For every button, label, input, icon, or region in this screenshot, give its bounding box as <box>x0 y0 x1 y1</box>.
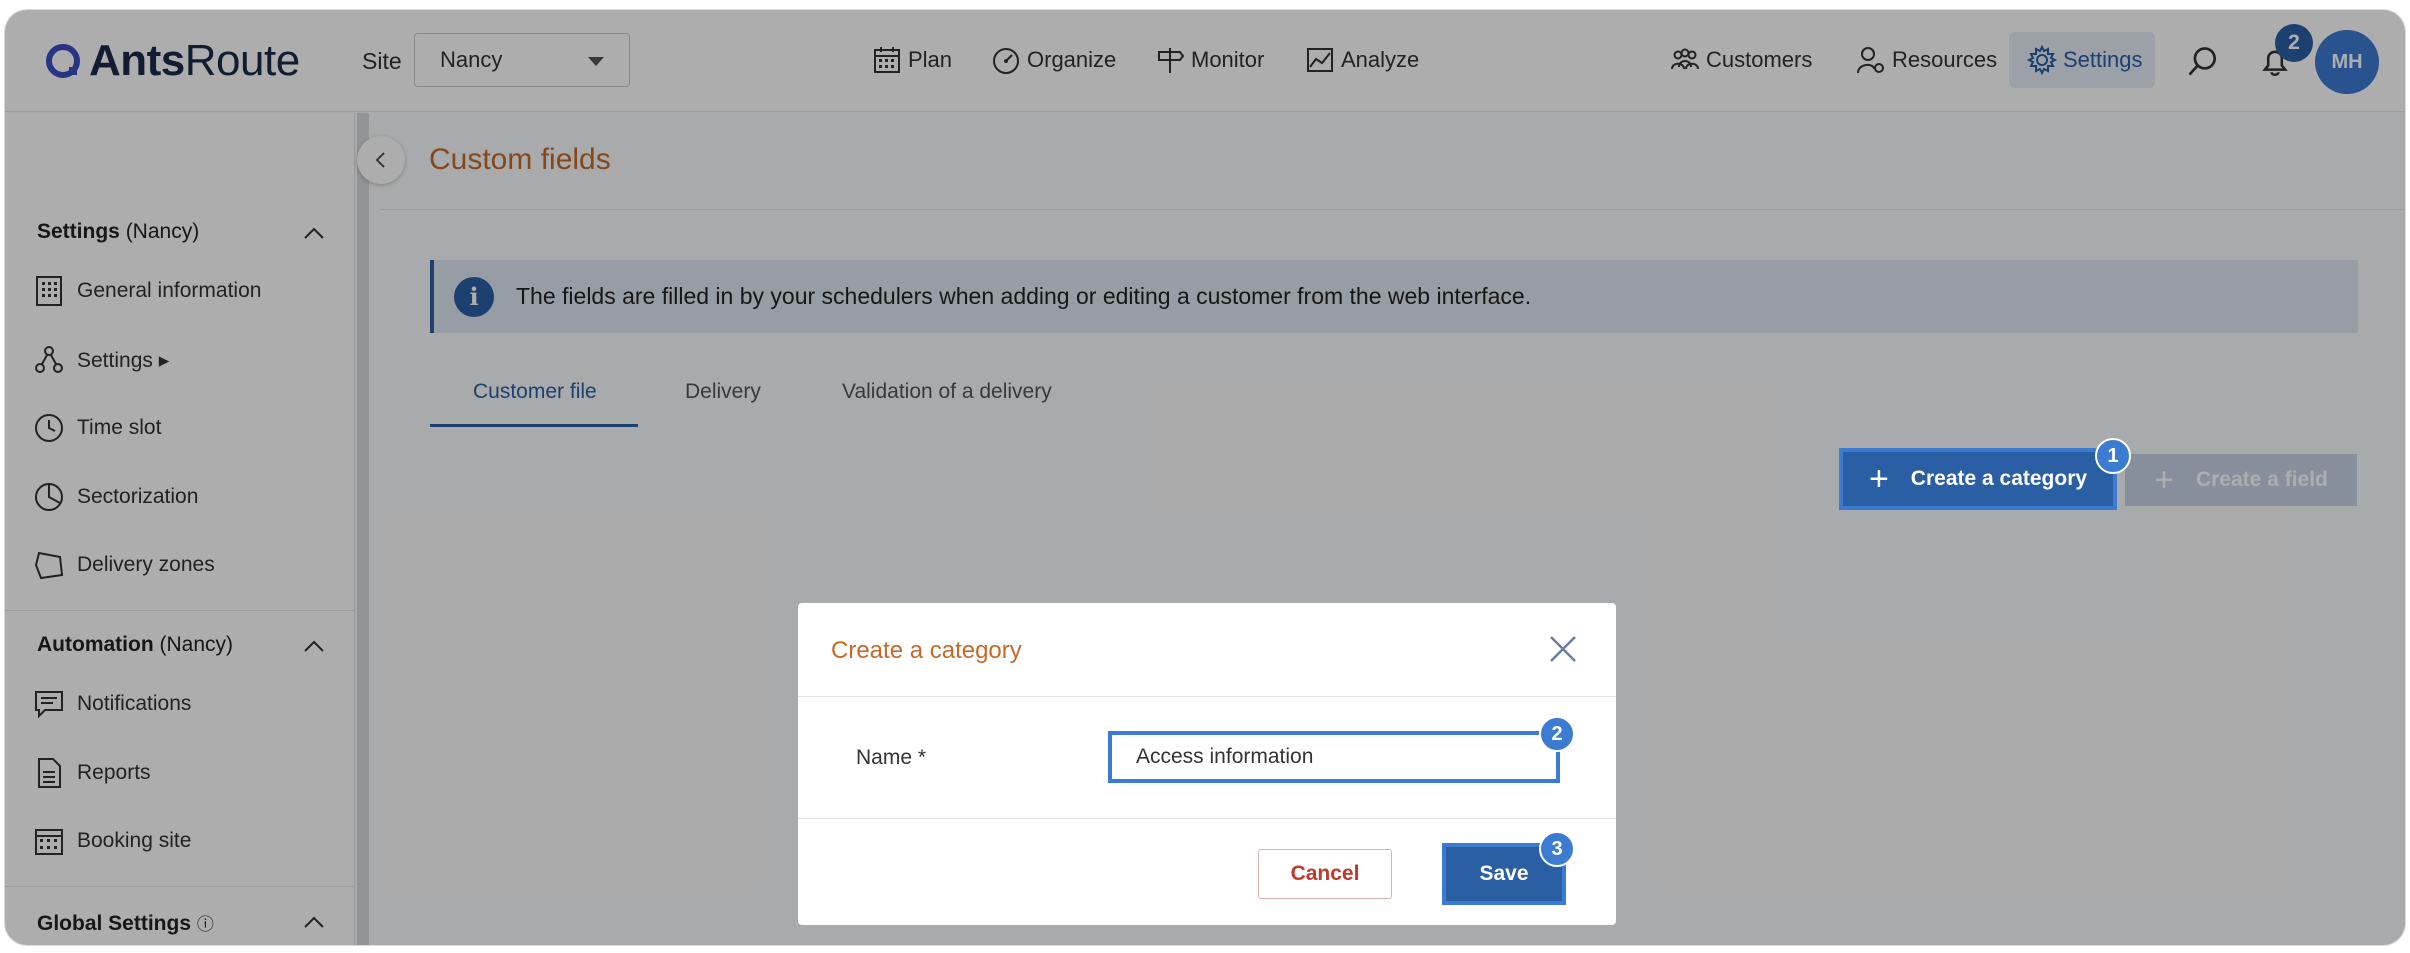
category-name-input[interactable] <box>1108 731 1560 783</box>
app-window: AntsRoute Site Nancy Plan Organize Monit… <box>5 10 2405 945</box>
dialog-title: Create a category <box>831 637 1022 664</box>
create-category-button[interactable]: + Create a category <box>1839 448 2117 510</box>
step-marker-3: 3 <box>1539 831 1575 867</box>
step-marker-1: 1 <box>2095 438 2131 474</box>
create-category-label: Create a category <box>1910 467 2088 490</box>
step-marker-2: 2 <box>1539 716 1575 752</box>
plus-icon: + <box>1868 460 1889 498</box>
dialog-divider <box>798 818 1616 819</box>
close-icon[interactable] <box>1545 631 1581 667</box>
dialog-divider <box>798 696 1616 697</box>
create-category-dialog: Create a category Name * Cancel Save <box>798 603 1616 925</box>
name-field-label: Name * <box>856 746 927 769</box>
cancel-button[interactable]: Cancel <box>1258 849 1392 899</box>
